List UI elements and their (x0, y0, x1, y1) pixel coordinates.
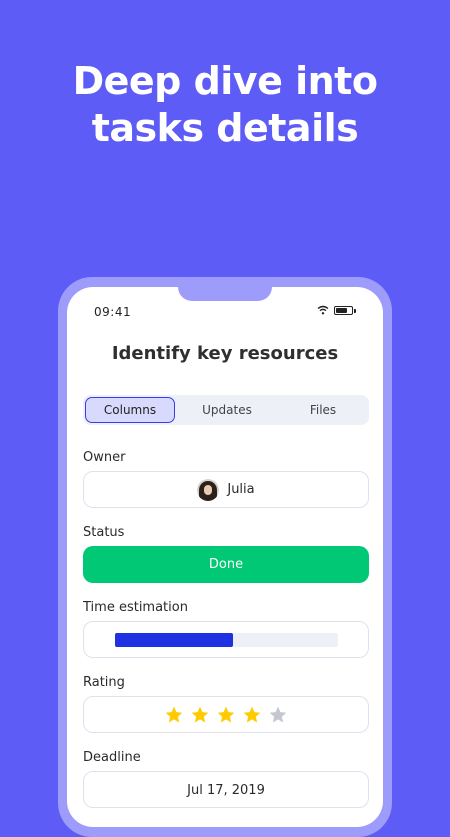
rating-label: Rating (83, 675, 125, 690)
phone-notch (178, 287, 272, 301)
battery-icon (334, 306, 353, 315)
progress-track (115, 633, 338, 647)
deadline-label: Deadline (83, 750, 141, 765)
avatar (197, 478, 220, 501)
owner-name: Julia (227, 482, 255, 497)
phone-screen: 09:41 Identify key resources Columns Upd… (67, 287, 383, 827)
owner-label: Owner (83, 450, 126, 465)
deadline-field[interactable]: Jul 17, 2019 (83, 771, 369, 808)
status-time: 09:41 (94, 305, 132, 319)
status-label: Status (83, 525, 125, 540)
rating-field[interactable] (83, 696, 369, 733)
tab-updates[interactable]: Updates (179, 397, 275, 423)
star-icon[interactable] (164, 705, 184, 725)
star-icon[interactable] (216, 705, 236, 725)
task-title: Identify key resources (111, 343, 339, 364)
star-icon[interactable] (268, 705, 288, 725)
hero-headline: Deep dive into tasks details (0, 58, 450, 152)
status-badge[interactable]: Done (83, 546, 369, 583)
time-estimation-field[interactable] (83, 621, 369, 658)
star-icon[interactable] (242, 705, 262, 725)
tab-files[interactable]: Files (279, 397, 367, 423)
hero-line-1: Deep dive into (72, 59, 378, 103)
star-rating[interactable] (84, 697, 368, 732)
time-estimation-label: Time estimation (83, 600, 188, 615)
wifi-icon (317, 305, 329, 315)
progress-fill (115, 633, 234, 647)
owner-field[interactable]: Julia (83, 471, 369, 508)
star-icon[interactable] (190, 705, 210, 725)
tab-columns[interactable]: Columns (85, 397, 175, 423)
hero-line-2: tasks details (91, 106, 359, 150)
tab-bar: Columns Updates Files (83, 395, 369, 425)
deadline-value: Jul 17, 2019 (187, 783, 265, 798)
